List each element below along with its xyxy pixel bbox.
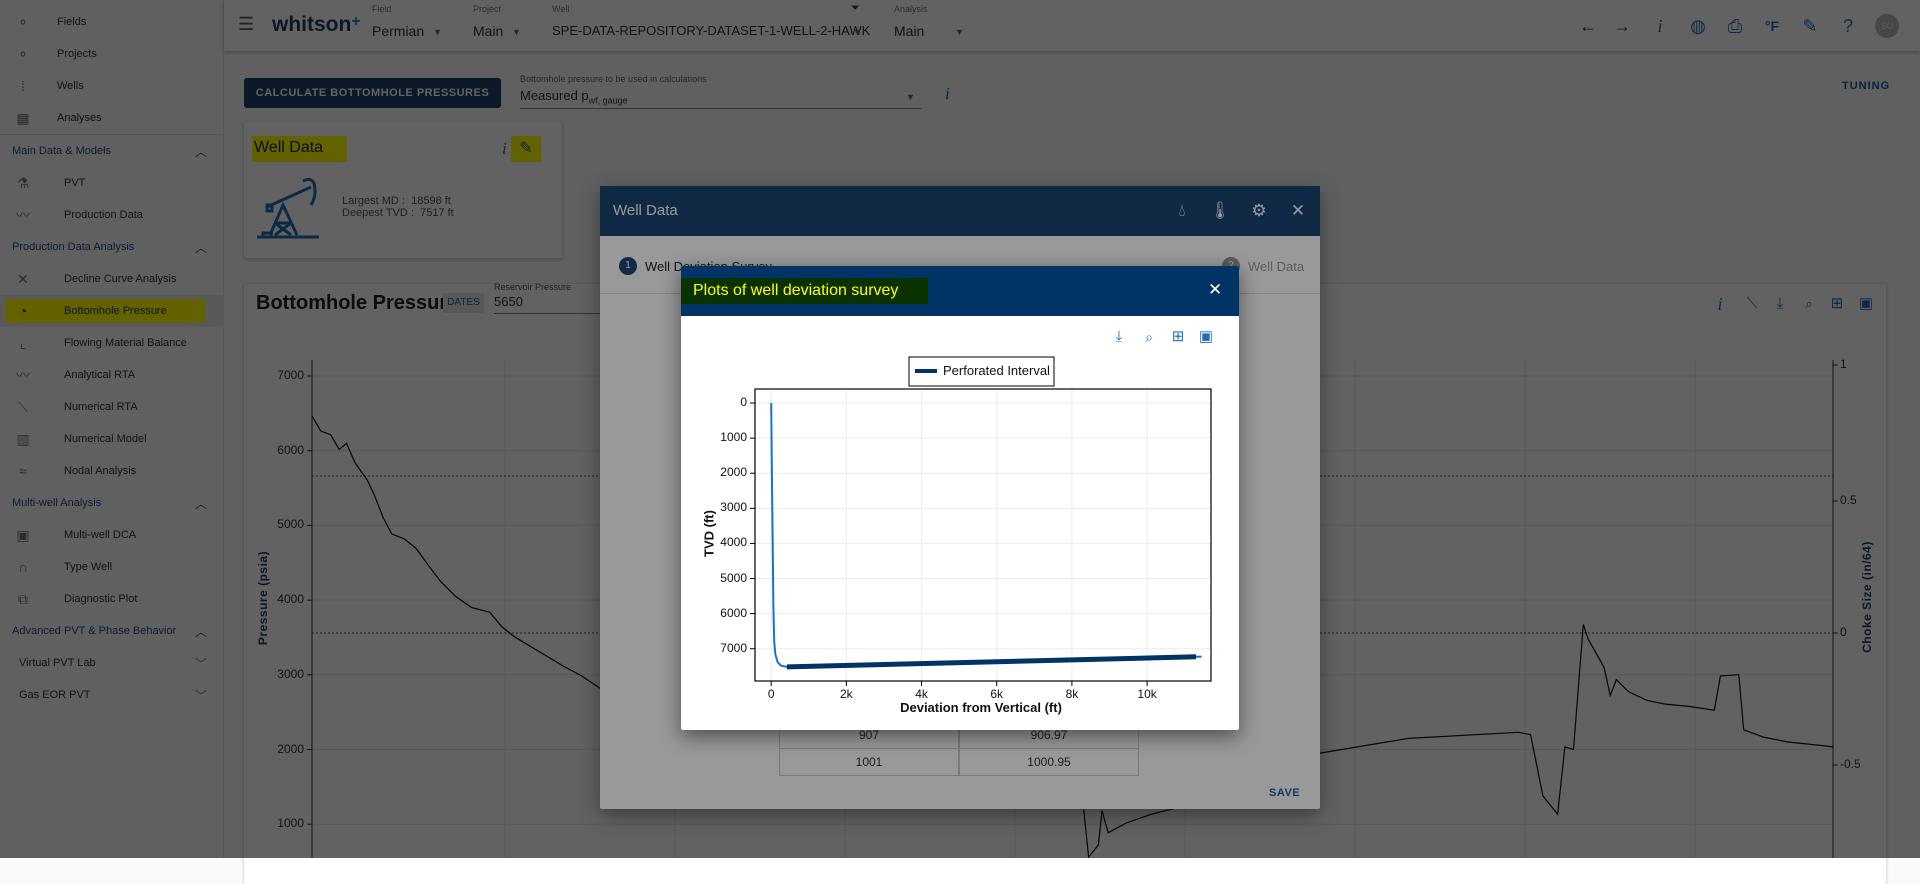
deviation-chart — [750, 356, 1212, 686]
x-tick-label: 4k — [915, 687, 928, 701]
x-tick-label: 10k — [1137, 687, 1157, 701]
x-tick-label: 2k — [840, 687, 853, 701]
x-axis-label: Deviation from Vertical (ft) — [900, 700, 1062, 715]
x-tick-label: 8k — [1065, 687, 1079, 701]
y-tick-label: 2000 — [720, 465, 747, 480]
legend-label: Perforated Interval — [943, 363, 1050, 378]
x-tick-label: 0 — [767, 687, 775, 701]
y-axis-label: TVD (ft) — [701, 510, 717, 557]
plot-modal: Plots of well deviation survey ✕ ⤓ ⌕ ⊞ ▣… — [681, 266, 1239, 730]
y-tick-label: 5000 — [720, 570, 747, 585]
deviation-survey-line — [770, 402, 1202, 668]
plot-area — [754, 388, 1212, 682]
y-tick-label: 0 — [740, 395, 747, 410]
y-tick-label: 1000 — [720, 430, 747, 445]
perforated-interval-line — [786, 654, 1197, 670]
y-tick-label: 7000 — [720, 640, 747, 655]
y-tick-label: 6000 — [720, 605, 747, 620]
x-tick-label: 6k — [990, 687, 1004, 701]
